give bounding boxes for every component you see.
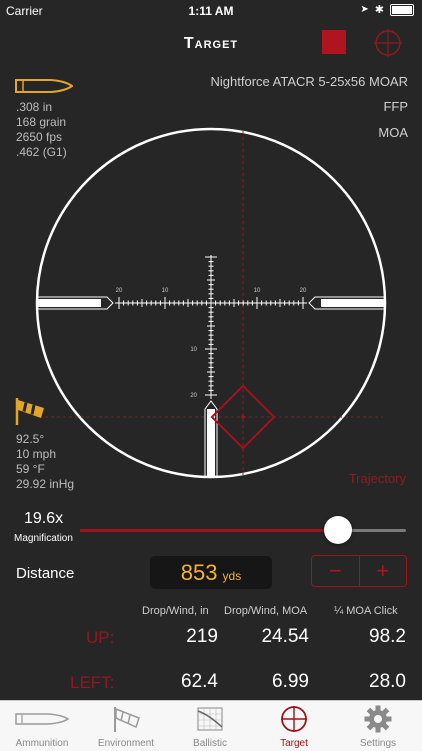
distance-unit: yds [222,569,242,583]
tab-settings[interactable]: Settings [336,701,420,751]
row-label-up: UP: [86,628,115,647]
distance-stepper[interactable]: − + [311,555,407,587]
nav-bar: Target [0,22,422,66]
left-post [37,299,101,307]
row-label-left: LEFT: [70,673,115,692]
distance-label: Distance [16,565,75,582]
hash-label-left-10: 10 [162,288,169,294]
tab-ammunition[interactable]: Ammunition [0,701,84,751]
magnification-slider-fill [80,529,338,532]
scope-reticle[interactable]: 20 10 10 20 10 20 [35,127,387,479]
tab-environment[interactable]: Environment [84,701,168,751]
bullet-icon[interactable] [15,78,73,94]
scope-focal-plane: FFP [383,99,408,114]
right-post [321,299,385,307]
battery-icon [390,3,414,16]
up-clicks: 98.2 [369,626,406,647]
left-inches: 62.4 [181,671,218,692]
tab-target[interactable]: Target [252,701,336,751]
windsock-icon [114,707,140,732]
ballistic-chart-icon [197,707,223,731]
tab-label: Environment [97,738,155,749]
page-title: Target [183,35,239,52]
left-clicks: 28.0 [369,671,406,692]
temperature: 59 °F [16,462,45,476]
tab-ballistic[interactable]: Ballistic [168,701,252,751]
wind-speed: 10 mph [16,447,57,461]
hash-label-down-10: 10 [190,347,197,353]
location-icon: ➤ [360,4,369,15]
status-right: ➤ ✱ [360,3,414,16]
hash-label-down-20: 20 [190,393,197,399]
up-inches: 219 [186,626,218,647]
magnification-slider-thumb[interactable] [323,516,352,544]
crosshair-icon [281,706,307,732]
col-header-clicks: ¼ MOA Click [334,605,398,617]
status-bar: Carrier 1:11 AM ➤ ✱ [0,0,422,22]
tab-label: Ammunition [15,738,69,749]
tab-bar: Ammunition Environment Ballistic Target [0,700,422,751]
stop-button[interactable] [322,30,346,54]
bullet-icon [15,713,70,725]
distance-value: 853 [180,560,218,585]
wind-direction: 92.5° [16,432,45,446]
tab-label: Settings [359,738,397,749]
environment-info: 92.5° 10 mph 59 °F 29.92 inHg [16,432,74,492]
tab-label: Target [280,738,308,749]
magnification-label: Magnification [14,533,73,544]
up-moa: 24.54 [261,626,309,647]
pressure: 29.92 inHg [16,477,75,491]
hash-label-right-10: 10 [254,288,261,294]
magnification-value: 19.6x [24,510,64,527]
distance-increment-button[interactable]: + [360,556,407,586]
target-crosshair-button[interactable] [374,29,402,57]
tab-label: Ballistic [193,738,227,749]
bluetooth-icon: ✱ [374,4,384,16]
hash-label-left-20: 20 [116,288,123,294]
status-time: 1:11 AM [188,4,234,18]
gear-icon [364,705,392,733]
col-header-drop-moa: Drop/Wind, MOA [224,605,308,617]
hash-label-right-20: 20 [300,288,307,294]
left-moa: 6.99 [272,671,309,692]
windsock-icon[interactable] [14,396,46,426]
ammo-caliber: .308 in [16,100,53,114]
distance-field[interactable]: 853 yds [150,556,272,589]
trajectory-toggle[interactable]: Trajectory [349,471,406,486]
scope-name: Nightforce ATACR 5-25x56 MOAR [210,74,408,89]
distance-decrement-button[interactable]: − [312,556,360,586]
col-header-drop-in: Drop/Wind, in [142,605,209,617]
